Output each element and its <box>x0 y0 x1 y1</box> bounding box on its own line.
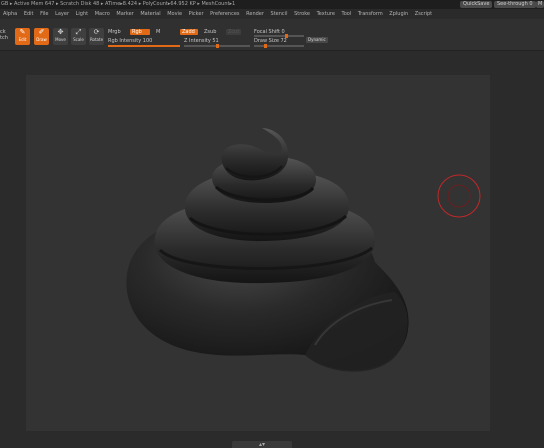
tray-toggle-handle[interactable]: ▴▾ <box>232 441 292 448</box>
viewport-overlay <box>126 128 481 372</box>
brush-cursor <box>437 174 481 218</box>
chevron-up-down-icon: ▴▾ <box>258 441 266 448</box>
sculpt-mesh[interactable] <box>126 128 409 372</box>
